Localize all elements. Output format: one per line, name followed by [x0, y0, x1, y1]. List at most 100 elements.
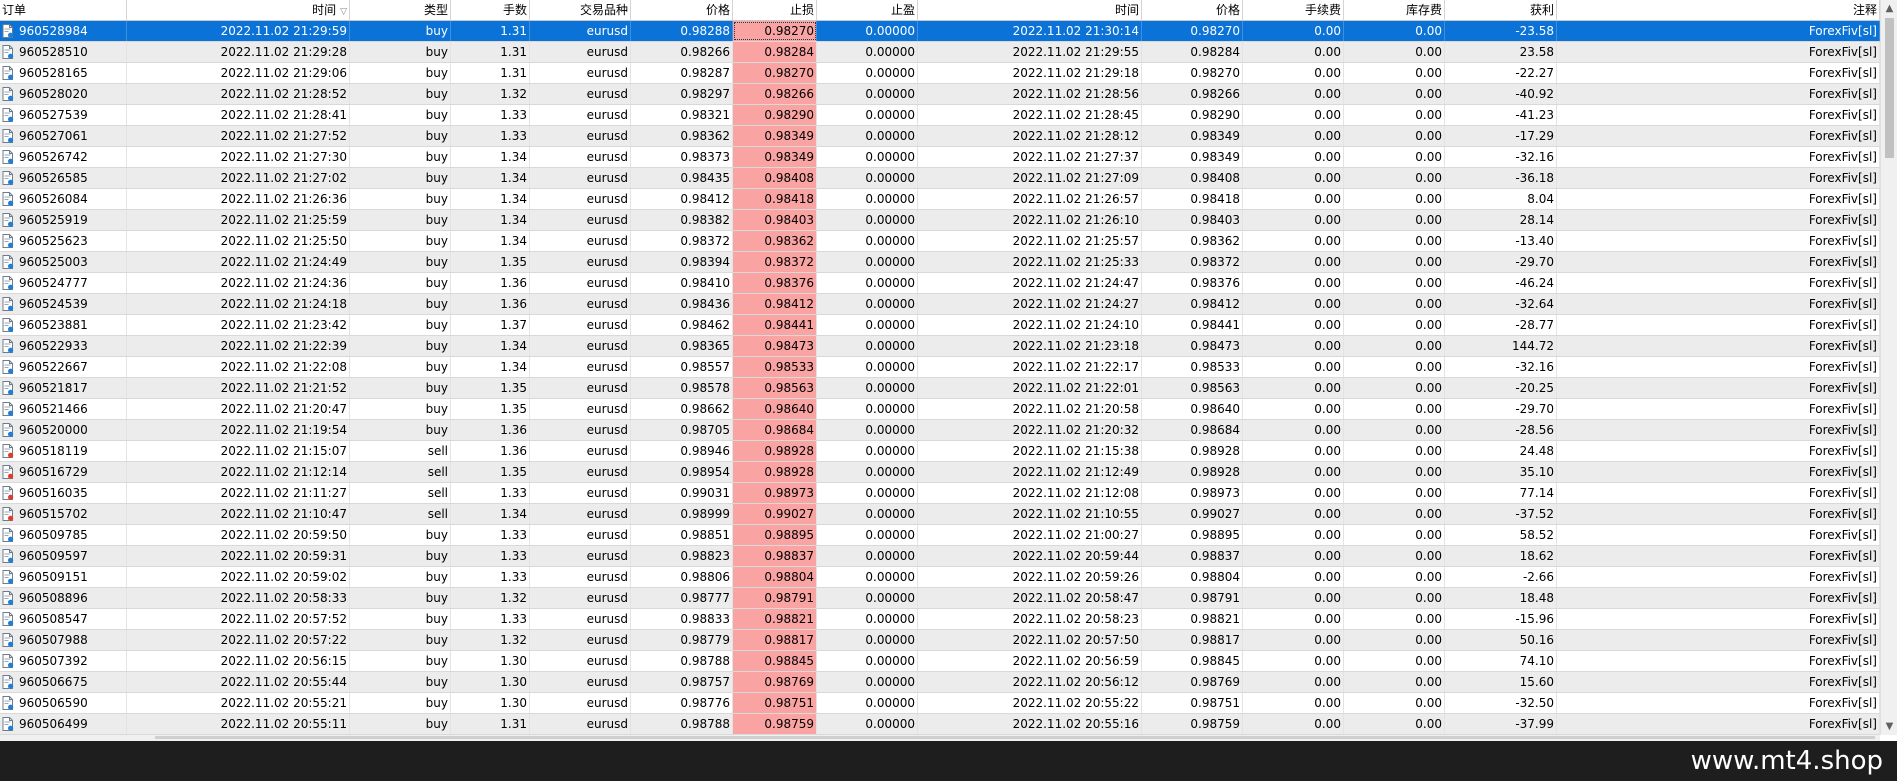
trade-row[interactable]: 960526742 2022.11.02 21:27:30 buy 1.34 eurus…: [0, 147, 1880, 168]
cell-profit: -40.92: [1445, 84, 1557, 104]
trade-row[interactable]: 960520000 2022.11.02 21:19:54 buy 1.36 eurus…: [0, 420, 1880, 441]
trade-row[interactable]: 960515702 2022.11.02 21:10:47 sell 1.34 euru…: [0, 504, 1880, 525]
cell-profit: -32.50: [1445, 693, 1557, 713]
cell-open-time: 2022.11.02 21:27:52: [127, 126, 350, 146]
column-header-lots[interactable]: 手数: [451, 0, 530, 20]
trade-row[interactable]: 960525003 2022.11.02 21:24:49 buy 1.35 eurus…: [0, 252, 1880, 273]
cell-type: buy: [350, 105, 451, 125]
cell-swap: 0.00: [1344, 462, 1445, 482]
cell-lots: 1.31: [451, 21, 530, 41]
trade-row[interactable]: 960522933 2022.11.02 21:22:39 buy 1.34 eurus…: [0, 336, 1880, 357]
cell-value: 1.32: [500, 591, 527, 605]
trade-row[interactable]: 960528020 2022.11.02 21:28:52 buy 1.32 eurus…: [0, 84, 1880, 105]
column-header-stop-loss[interactable]: 止损: [733, 0, 817, 20]
trade-row[interactable]: 960528165 2022.11.02 21:29:06 buy 1.31 eurus…: [0, 63, 1880, 84]
trade-row[interactable]: 960508547 2022.11.02 20:57:52 buy 1.33 eurus…: [0, 609, 1880, 630]
trade-row[interactable]: 960506590 2022.11.02 20:55:21 buy 1.30 eurus…: [0, 693, 1880, 714]
cell-close-price: 0.98362: [1142, 231, 1243, 251]
cell-take-profit: 0.00000: [817, 63, 918, 83]
trade-row[interactable]: 960509151 2022.11.02 20:59:02 buy 1.33 eurus…: [0, 567, 1880, 588]
cell-value: buy: [425, 297, 448, 311]
column-header-close-price[interactable]: 价格: [1142, 0, 1243, 20]
cell-value: 0.00000: [865, 654, 915, 668]
cell-value: sell: [427, 486, 448, 500]
trade-row[interactable]: 960527539 2022.11.02 21:28:41 buy 1.33 eurus…: [0, 105, 1880, 126]
cell-value: 1.30: [500, 696, 527, 710]
scroll-up-icon[interactable]: ▲: [1881, 0, 1897, 17]
cell-take-profit: 0.00000: [817, 525, 918, 545]
column-header-comment[interactable]: 注释: [1557, 0, 1880, 20]
horizontal-scroll-thumb[interactable]: [155, 736, 1875, 739]
column-header-take-profit[interactable]: 止盈: [817, 0, 918, 20]
column-header-open-time[interactable]: 时间 ▽: [127, 0, 350, 20]
trade-row[interactable]: 960527061 2022.11.02 21:27:52 buy 1.33 eurus…: [0, 126, 1880, 147]
scroll-thumb[interactable]: [1885, 18, 1894, 158]
cell-value: 2022.11.02 21:00:27: [1012, 528, 1139, 542]
cell-profit: -23.58: [1445, 21, 1557, 41]
column-header-close-time[interactable]: 时间: [918, 0, 1142, 20]
trade-row[interactable]: 960516729 2022.11.02 21:12:14 sell 1.35 euru…: [0, 462, 1880, 483]
trade-row[interactable]: 960518119 2022.11.02 21:15:07 sell 1.36 euru…: [0, 441, 1880, 462]
vertical-scrollbar[interactable]: ▲ ▼: [1880, 0, 1897, 735]
trade-row[interactable]: 960507392 2022.11.02 20:56:15 buy 1.30 eurus…: [0, 651, 1880, 672]
buy-order-icon: [2, 129, 14, 143]
cell-comment: ForexFiv[sl]: [1557, 504, 1880, 524]
trade-row[interactable]: 960523881 2022.11.02 21:23:42 buy 1.37 eurus…: [0, 315, 1880, 336]
trade-row[interactable]: 960522667 2022.11.02 21:22:08 buy 1.34 eurus…: [0, 357, 1880, 378]
trade-row[interactable]: 960524539 2022.11.02 21:24:18 buy 1.36 eurus…: [0, 294, 1880, 315]
cell-value: 0.98270: [764, 66, 814, 80]
cell-close-time: 2022.11.02 21:27:09: [918, 168, 1142, 188]
cell-value: 0.00: [1314, 654, 1341, 668]
cell-value: 0.00: [1314, 108, 1341, 122]
cell-value: 0.00000: [865, 486, 915, 500]
cell-open-time: 2022.11.02 21:12:14: [127, 462, 350, 482]
cell-order: 960507392: [0, 651, 127, 671]
column-header-swap[interactable]: 库存费: [1344, 0, 1445, 20]
trade-row[interactable]: 960525623 2022.11.02 21:25:50 buy 1.34 eurus…: [0, 231, 1880, 252]
column-header-order[interactable]: 订单: [0, 0, 127, 20]
cell-value: -32.16: [1515, 150, 1554, 164]
trade-row[interactable]: 960525919 2022.11.02 21:25:59 buy 1.34 eurus…: [0, 210, 1880, 231]
cell-take-profit: 0.00000: [817, 483, 918, 503]
cell-value: buy: [425, 675, 448, 689]
cell-value: 0.98779: [680, 633, 730, 647]
trade-row[interactable]: 960506675 2022.11.02 20:55:44 buy 1.30 eurus…: [0, 672, 1880, 693]
trade-row[interactable]: 960507988 2022.11.02 20:57:22 buy 1.32 eurus…: [0, 630, 1880, 651]
cell-profit: 8.04: [1445, 189, 1557, 209]
cell-value: ForexFiv[sl]: [1808, 612, 1877, 626]
cell-commission: 0.00: [1243, 651, 1344, 671]
trade-row[interactable]: 960528510 2022.11.02 21:29:28 buy 1.31 eurus…: [0, 42, 1880, 63]
trade-row[interactable]: 960516035 2022.11.02 21:11:27 sell 1.33 euru…: [0, 483, 1880, 504]
trade-row[interactable]: 960526585 2022.11.02 21:27:02 buy 1.34 eurus…: [0, 168, 1880, 189]
cell-order: 960509151: [0, 567, 127, 587]
trade-row[interactable]: 960508896 2022.11.02 20:58:33 buy 1.32 eurus…: [0, 588, 1880, 609]
cell-value: 960526742: [19, 150, 88, 164]
trade-row[interactable]: 960521817 2022.11.02 21:21:52 buy 1.35 eurus…: [0, 378, 1880, 399]
column-header-type[interactable]: 类型: [350, 0, 451, 20]
cell-comment: ForexFiv[sl]: [1557, 546, 1880, 566]
cell-value: 18.62: [1519, 549, 1554, 563]
cell-swap: 0.00: [1344, 210, 1445, 230]
sort-descending-icon[interactable]: ▽: [340, 7, 347, 17]
trade-row[interactable]: 960506499 2022.11.02 20:55:11 buy 1.31 eurus…: [0, 714, 1880, 735]
column-header-commission[interactable]: 手续费: [1243, 0, 1344, 20]
cell-value: 0.98928: [764, 465, 814, 479]
trade-row[interactable]: 960524777 2022.11.02 21:24:36 buy 1.36 eurus…: [0, 273, 1880, 294]
column-header-profit[interactable]: 获利: [1445, 0, 1557, 20]
cell-value: buy: [425, 360, 448, 374]
trade-row[interactable]: 960526084 2022.11.02 21:26:36 buy 1.34 eurus…: [0, 189, 1880, 210]
cell-close-price: 0.98684: [1142, 420, 1243, 440]
trade-row[interactable]: 960521466 2022.11.02 21:20:47 buy 1.35 eurus…: [0, 399, 1880, 420]
cell-value: -22.27: [1515, 66, 1554, 80]
column-header-symbol[interactable]: 交易品种: [530, 0, 631, 20]
column-header-label: 注释: [1852, 3, 1877, 17]
cell-value: 2022.11.02 21:11:27: [220, 486, 347, 500]
trade-row[interactable]: 960509785 2022.11.02 20:59:50 buy 1.33 eurus…: [0, 525, 1880, 546]
trade-row[interactable]: 960528984 2022.11.02 21:29:59 buy 1.31 eurus…: [0, 21, 1880, 42]
cell-take-profit: 0.00000: [817, 105, 918, 125]
column-header-open-price[interactable]: 价格: [631, 0, 733, 20]
scroll-down-icon[interactable]: ▼: [1881, 718, 1897, 735]
trade-row[interactable]: 960509597 2022.11.02 20:59:31 buy 1.33 eurus…: [0, 546, 1880, 567]
cell-symbol: eurusd: [530, 336, 631, 356]
cell-profit: -37.99: [1445, 714, 1557, 734]
